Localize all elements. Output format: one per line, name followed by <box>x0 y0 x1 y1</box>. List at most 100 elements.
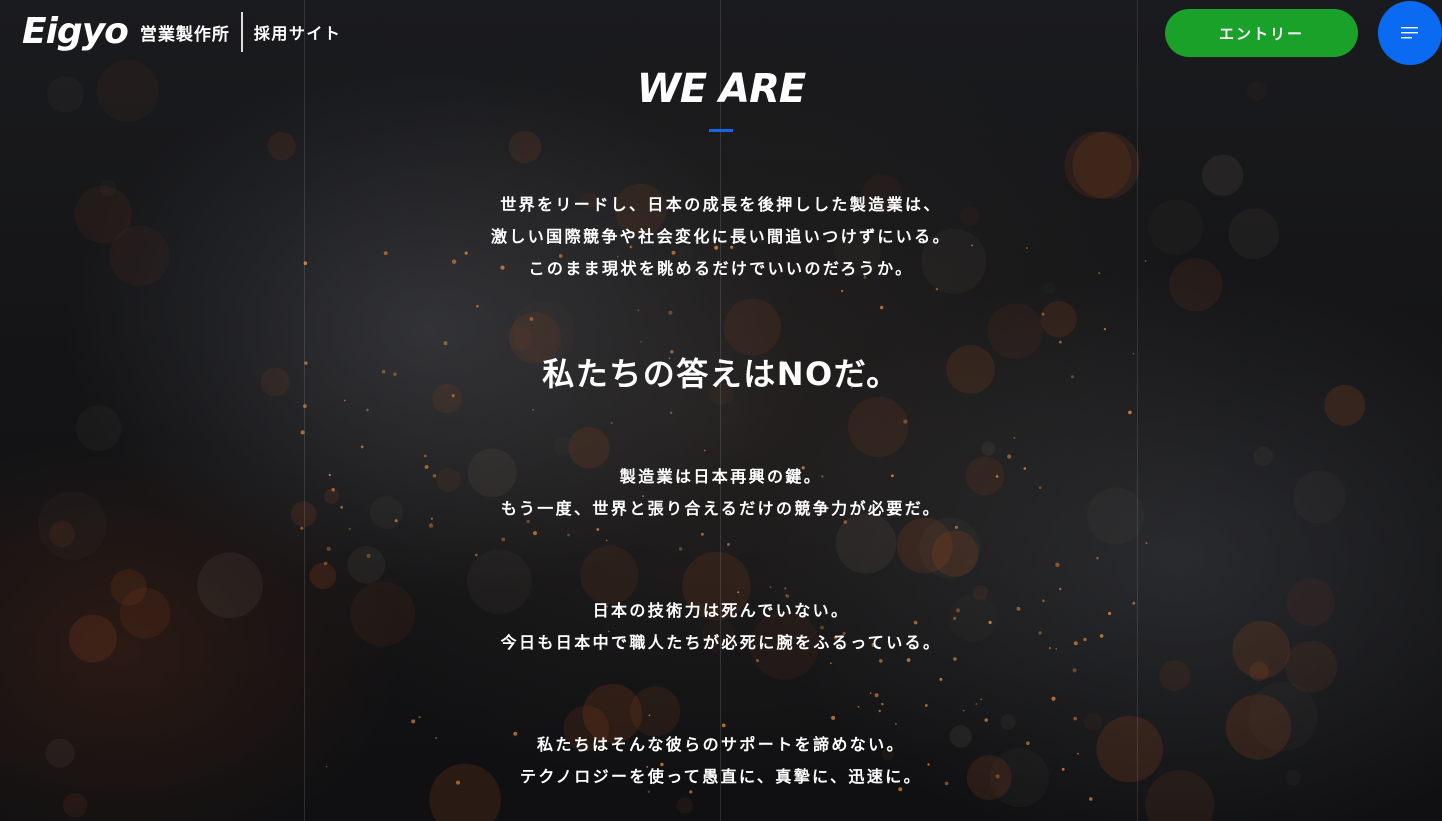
spark-dot <box>476 305 479 308</box>
spark-dot <box>1058 340 1062 344</box>
paragraph-line: 日本の技術力は死んでいない。 <box>592 601 850 620</box>
bokeh-dot <box>75 405 122 452</box>
bokeh-dot <box>1000 714 1016 730</box>
spark-dot <box>605 539 608 542</box>
paragraph-line: 製造業は日本再興の鍵。 <box>619 467 823 486</box>
spark-dot <box>769 586 772 588</box>
spark-dot <box>840 289 844 293</box>
bokeh-dot <box>848 396 909 458</box>
headline: 私たちの答えはNOだ。 <box>542 355 900 393</box>
spark-dot <box>975 703 978 705</box>
hamburger-menu-icon <box>1401 27 1418 39</box>
spark-dot <box>857 705 860 708</box>
spark-dot <box>879 659 883 663</box>
bokeh-dot <box>553 436 573 456</box>
welding-sparks-decoration <box>37 60 1366 821</box>
spark-dot <box>423 454 427 458</box>
spark-dot <box>1089 797 1093 801</box>
spark-dot <box>1059 587 1062 591</box>
bokeh-dot <box>1159 660 1191 692</box>
bokeh-dot <box>267 132 296 161</box>
paragraph-2: 製造業は日本再興の鍵。 もう一度、世界と張り合えるだけの競争力が必要だ。 <box>0 461 1442 525</box>
spark-dot <box>669 411 673 415</box>
spark-dot <box>529 317 534 321</box>
grid-line-center <box>720 0 721 821</box>
section-title: WE ARE <box>636 66 806 112</box>
company-name: 営業製作所 <box>139 24 230 45</box>
spark-dot <box>326 546 331 552</box>
spark-dot <box>700 532 704 536</box>
spark-dot <box>1051 696 1056 701</box>
spark-dot <box>348 527 351 530</box>
paragraph-line: このまま現状を眺めるだけでいいのだろうか。 <box>528 259 914 278</box>
spark-dot <box>1128 410 1132 415</box>
menu-button[interactable] <box>1378 1 1442 65</box>
spark-dot <box>1096 557 1099 560</box>
logo-divider <box>240 12 243 52</box>
spark-dot <box>474 553 478 557</box>
spark-dot <box>1055 562 1060 567</box>
spark-dot <box>1103 328 1106 331</box>
spark-dot <box>878 709 881 713</box>
paragraph-line: 世界をリードし、日本の成長を後押しした製造業は、 <box>500 195 942 214</box>
paragraph-line: 今日も日本中で職人たちが必死に腕をふるっている。 <box>500 633 942 652</box>
site-name: 採用サイト <box>253 24 342 43</box>
paragraph-line: 激しい国際競争や社会変化に長い間追いつけずにいる。 <box>490 227 951 246</box>
spark-dot <box>784 587 787 590</box>
spark-dot <box>532 408 535 411</box>
entry-button[interactable]: エントリー <box>1165 9 1358 57</box>
bokeh-dot <box>1040 301 1077 338</box>
spark-dot <box>727 543 730 546</box>
spark-dot <box>648 714 651 717</box>
spark-dot <box>533 531 537 536</box>
spark-dot <box>831 715 836 720</box>
spark-dot <box>501 537 506 542</box>
spark-dot <box>830 662 832 664</box>
logo-mark: Eigyo <box>22 11 129 52</box>
spark-dot <box>880 305 884 310</box>
spark-dot <box>366 408 369 412</box>
spark-dot <box>1007 454 1012 459</box>
spark-dot <box>323 561 328 566</box>
spark-dot <box>1072 668 1077 673</box>
spark-dot <box>939 677 943 681</box>
intro-paragraph: 世界をリードし、日本の成長を後押しした製造業は、 激しい国際競争や社会変化に長い… <box>0 189 1442 285</box>
spark-dot <box>344 399 346 402</box>
spark-dot <box>1041 312 1045 316</box>
spark-dot <box>874 693 879 698</box>
title-underline <box>709 129 733 132</box>
spark-dot <box>703 449 706 452</box>
bokeh-dot <box>723 298 782 356</box>
spark-dot <box>984 718 988 722</box>
spark-dot <box>756 659 759 663</box>
spark-dot <box>596 528 600 531</box>
paragraph-line: もう一度、世界と張り合えるだけの競争力が必要だ。 <box>500 499 942 518</box>
spark-dot <box>640 341 642 343</box>
spark-dot <box>443 341 448 346</box>
bokeh-dot <box>896 517 953 574</box>
spark-dot <box>567 533 570 537</box>
spark-dot <box>360 445 364 449</box>
spark-dot <box>1073 716 1077 721</box>
bokeh-dot <box>347 546 386 584</box>
spark-dot <box>881 702 884 706</box>
spark-dot <box>924 704 928 707</box>
spark-dot <box>366 553 371 559</box>
paragraph-line: 私たちはそんな彼らのサポートを諦めない。 <box>536 735 905 754</box>
spark-dot <box>637 309 640 312</box>
spark-dot <box>895 723 897 725</box>
paragraph-line: テクノロジーを使って愚直に、真摯に、迅速に。 <box>519 767 923 786</box>
paragraph-3: 日本の技術力は死んでいない。 今日も日本中で職人たちが必死に腕をふるっている。 <box>0 595 1442 659</box>
spark-dot <box>869 692 872 694</box>
spark-dot <box>300 526 304 530</box>
spark-dot <box>610 421 613 425</box>
site-logo[interactable]: Eigyo 営業製作所 採用サイト <box>22 10 341 54</box>
bokeh-dot <box>676 797 694 814</box>
spark-dot <box>1145 542 1148 545</box>
spark-dot <box>954 525 959 529</box>
bokeh-dot <box>981 441 996 456</box>
spark-dot <box>721 723 726 728</box>
spark-dot <box>418 716 421 719</box>
grid-line-right <box>1137 0 1138 821</box>
spark-dot <box>962 709 965 712</box>
